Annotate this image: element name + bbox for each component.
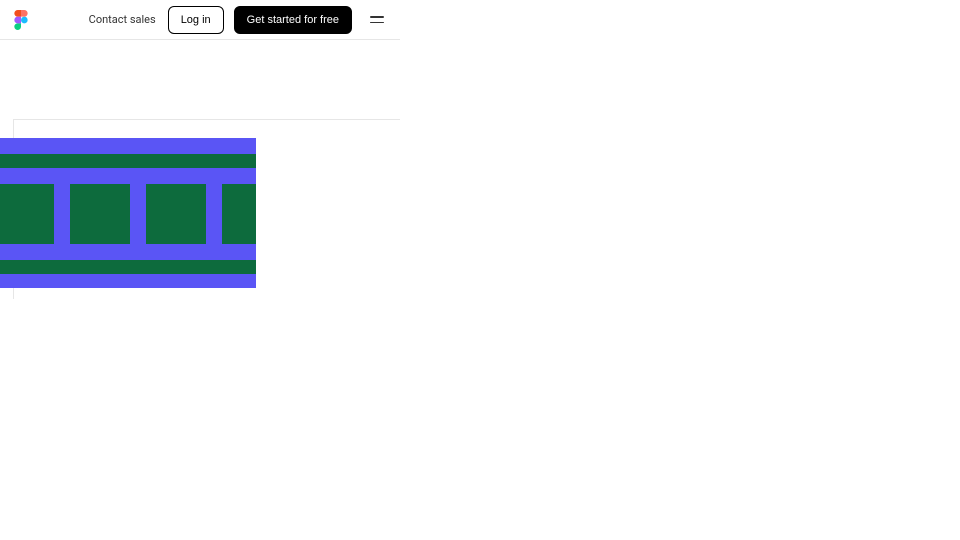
get-started-button[interactable]: Get started for free [234,6,352,34]
contact-sales-link[interactable]: Contact sales [87,9,158,30]
figma-logo-icon [14,10,28,30]
site-header: Contact sales Log in Get started for fre… [0,0,400,40]
figma-logo[interactable] [14,10,28,30]
content-area [0,119,400,299]
plaid-pattern-image [0,138,256,288]
login-button[interactable]: Log in [168,6,224,34]
header-nav: Contact sales Log in Get started for fre… [87,6,386,34]
hamburger-menu-icon[interactable] [370,12,386,28]
